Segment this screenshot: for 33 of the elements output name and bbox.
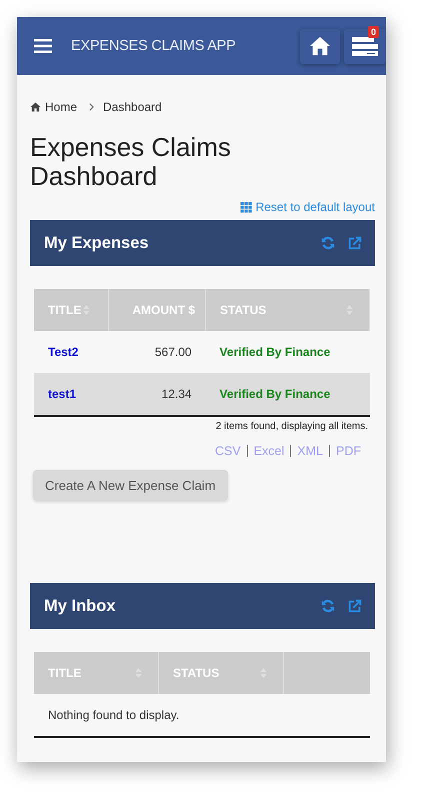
menu-icon[interactable] (34, 39, 52, 53)
chevron-icon (89, 103, 94, 111)
home-icon (30, 102, 41, 112)
external-link-icon[interactable] (348, 599, 362, 613)
reset-layout-link[interactable]: Reset to default layout (240, 200, 375, 214)
export-link[interactable]: Excel (254, 444, 284, 458)
home-button[interactable] (300, 28, 340, 64)
notification-badge: 0 (368, 26, 379, 38)
stack-icon (352, 35, 378, 57)
export-link[interactable]: PDF (336, 444, 361, 458)
export-link[interactable]: XML (297, 444, 323, 458)
amount-cell: 12.34 (162, 387, 192, 401)
breadcrumb-current: Dashboard (103, 100, 162, 114)
items-summary: 2 items found, displaying all items. (216, 421, 368, 432)
inbox-button[interactable]: 0 (344, 28, 386, 64)
page-title: Expenses Claims Dashboard (30, 133, 232, 191)
create-claim-button[interactable]: Create A New Expense Claim (33, 470, 228, 501)
external-link-icon[interactable] (348, 236, 362, 250)
status-cell: Verified By Finance (220, 345, 330, 359)
panel-title: My Inbox (44, 596, 117, 616)
status-cell: Verified By Finance (220, 387, 330, 401)
grid-icon (240, 202, 253, 212)
refresh-icon[interactable] (321, 599, 335, 613)
refresh-icon[interactable] (321, 236, 335, 250)
app-title: EXPENSES CLAIMS APP (71, 38, 237, 54)
claim-link[interactable]: test1 (48, 387, 76, 401)
amount-cell: 567.00 (154, 345, 192, 359)
breadcrumb-link[interactable]: Home (45, 100, 78, 114)
panel-title: My Expenses (44, 234, 150, 252)
claim-link[interactable]: Test2 (48, 345, 78, 359)
empty-message: Nothing found to display. (48, 708, 180, 722)
home-icon (309, 36, 331, 56)
export-link[interactable]: CSV (215, 444, 241, 458)
